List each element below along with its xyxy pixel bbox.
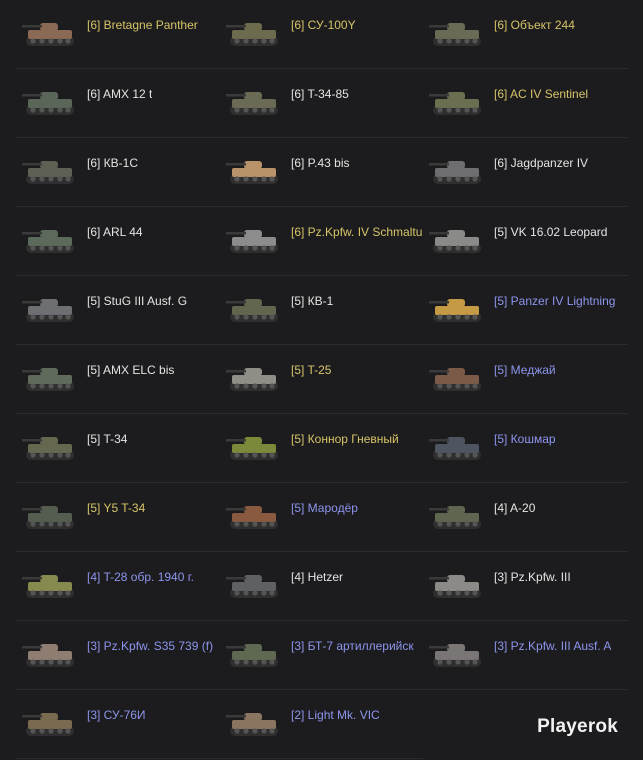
tank-icon <box>226 299 278 322</box>
tank-item[interactable]: [6] AMX 12 t <box>16 69 220 138</box>
tank-name: [3] Pz.Kpfw. III <box>494 570 571 584</box>
tank-item[interactable]: [5] T-25 <box>220 345 423 414</box>
tank-icon <box>429 575 481 598</box>
tank-name: [6] Bretagne Panther <box>87 18 198 32</box>
tank-name: [5] Panzer IV Lightning <box>494 294 616 308</box>
tank-icon <box>226 368 278 391</box>
tank-icon <box>22 23 74 46</box>
tank-icon <box>429 23 481 46</box>
tank-item[interactable]: [6] КВ-1С <box>16 138 220 207</box>
tank-name: [6] AC IV Sentinel <box>494 87 589 101</box>
tank-name: [6] T-34-85 <box>291 87 349 101</box>
tank-icon <box>22 368 74 391</box>
tank-name: [5] Мародёр <box>291 501 358 515</box>
tank-name: [6] КВ-1С <box>87 156 139 170</box>
tank-name: [2] Light Mk. VIC <box>291 708 380 722</box>
tank-icon <box>22 713 74 736</box>
tank-list: [6] Bretagne Panther [6] СУ-100Y [6] Объек… <box>16 0 628 759</box>
tank-icon <box>22 161 74 184</box>
tank-item[interactable]: [5] Panzer IV Lightning <box>423 276 628 345</box>
tank-item[interactable]: [6] ARL 44 <box>16 207 220 276</box>
tank-name: [5] Коннор Гневный <box>291 432 399 446</box>
tank-name: [5] Кошмар <box>494 432 556 446</box>
tank-icon <box>22 92 74 115</box>
tank-item[interactable]: [5] VK 16.02 Leopard <box>423 207 628 276</box>
tank-icon <box>22 299 74 322</box>
tank-item[interactable]: [4] A-20 <box>423 483 628 552</box>
tank-icon <box>226 161 278 184</box>
tank-icon <box>226 230 278 253</box>
tank-icon <box>226 644 278 667</box>
tank-icon <box>226 506 278 529</box>
tank-icon <box>429 299 481 322</box>
tank-name: [4] A-20 <box>494 501 536 515</box>
tank-icon <box>429 368 481 391</box>
tank-name: [5] КВ-1 <box>291 294 334 308</box>
tank-name: [3] СУ-76И <box>87 708 146 722</box>
tank-item[interactable]: [5] Кошмар <box>423 414 628 483</box>
tank-icon <box>429 161 481 184</box>
tank-item[interactable]: [4] T-28 обр. 1940 г. <box>16 552 220 621</box>
tank-item[interactable]: [6] Объект 244 <box>423 0 628 69</box>
tank-name: [3] Pz.Kpfw. III Ausf. A <box>494 639 612 653</box>
tank-name: [6] ARL 44 <box>87 225 143 239</box>
tank-item[interactable]: [3] БТ-7 артиллерийск <box>220 621 423 690</box>
tank-name: [6] P.43 bis <box>291 156 350 170</box>
tank-name: [5] Y5 T-34 <box>87 501 146 515</box>
tank-item[interactable]: [5] Меджай <box>423 345 628 414</box>
tank-item[interactable]: [5] StuG III Ausf. G <box>16 276 220 345</box>
tank-item[interactable]: [6] Bretagne Panther <box>16 0 220 69</box>
tank-icon <box>429 506 481 529</box>
tank-name: [6] Jagdpanzer IV <box>494 156 589 170</box>
tank-name: [3] Pz.Kpfw. S35 739 (f) <box>87 639 214 653</box>
tank-item[interactable]: [6] AC IV Sentinel <box>423 69 628 138</box>
tank-item[interactable]: [5] Коннор Гневный <box>220 414 423 483</box>
tank-icon <box>429 437 481 460</box>
tank-icon <box>429 230 481 253</box>
tank-item[interactable]: [3] Pz.Kpfw. III Ausf. A <box>423 621 628 690</box>
tank-item[interactable]: [5] Мародёр <box>220 483 423 552</box>
tank-item[interactable]: [4] Hetzer <box>220 552 423 621</box>
tank-item[interactable]: [2] Light Mk. VIC <box>220 690 423 759</box>
tank-item[interactable]: [5] Y5 T-34 <box>16 483 220 552</box>
tank-name: [5] AMX ELC bis <box>87 363 175 377</box>
tank-icon <box>226 92 278 115</box>
tank-name: [6] AMX 12 t <box>87 87 153 101</box>
playerok-watermark: Playerok <box>537 716 618 737</box>
tank-item[interactable]: [5] AMX ELC bis <box>16 345 220 414</box>
tank-icon <box>226 713 278 736</box>
tank-name: [6] СУ-100Y <box>291 18 356 32</box>
tank-name: [6] Объект 244 <box>494 18 575 32</box>
tank-name: [4] Hetzer <box>291 570 344 584</box>
tank-icon <box>429 92 481 115</box>
tank-name: [5] Меджай <box>494 363 556 377</box>
tank-item[interactable]: [6] СУ-100Y <box>220 0 423 69</box>
tank-item[interactable]: [5] КВ-1 <box>220 276 423 345</box>
tank-icon <box>429 644 481 667</box>
tank-name: [5] T-25 <box>291 363 332 377</box>
tank-item[interactable]: [6] T-34-85 <box>220 69 423 138</box>
tank-name: [3] БТ-7 артиллерийск <box>291 639 414 653</box>
tank-item[interactable]: [5] T-34 <box>16 414 220 483</box>
tank-icon <box>22 437 74 460</box>
tank-name: [6] Pz.Kpfw. IV Schmaltu <box>291 225 423 239</box>
tank-icon <box>22 644 74 667</box>
tank-icon <box>226 23 278 46</box>
tank-item[interactable]: [6] Jagdpanzer IV <box>423 138 628 207</box>
tank-item[interactable]: [3] Pz.Kpfw. S35 739 (f) <box>16 621 220 690</box>
tank-item[interactable]: [3] СУ-76И <box>16 690 220 759</box>
tank-icon <box>226 575 278 598</box>
tank-name: [4] T-28 обр. 1940 г. <box>87 570 194 584</box>
tank-item[interactable]: [6] P.43 bis <box>220 138 423 207</box>
tank-icon <box>226 437 278 460</box>
tank-icon <box>22 506 74 529</box>
tank-name: [5] StuG III Ausf. G <box>87 294 188 308</box>
tank-name: [5] T-34 <box>87 432 128 446</box>
tank-item[interactable]: [3] Pz.Kpfw. III <box>423 552 628 621</box>
tank-icon <box>22 230 74 253</box>
tank-item[interactable]: [6] Pz.Kpfw. IV Schmaltu <box>220 207 423 276</box>
tank-name: [5] VK 16.02 Leopard <box>494 225 608 239</box>
tank-icon <box>22 575 74 598</box>
